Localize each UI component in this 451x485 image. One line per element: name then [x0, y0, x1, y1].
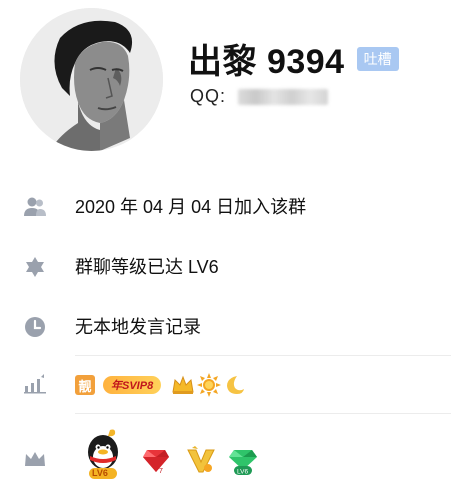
honor-badges-row[interactable]: LV6 7 LV6 — [0, 428, 451, 480]
join-date-row: 2020 年 04 月 04 日加入该群 — [0, 192, 451, 222]
name-row: 出黎 9394 吐槽 — [188, 34, 399, 83]
group-level-text: 群聊等级已达 LV6 — [75, 257, 219, 277]
green-diamond-icon[interactable]: LV6 — [228, 448, 258, 476]
qq-row: QQ: — [190, 86, 329, 107]
svg-text:7: 7 — [159, 468, 163, 474]
group-level-row: 群聊等级已达 LV6 — [0, 252, 451, 282]
crown-icon[interactable] — [171, 374, 195, 396]
profile-header: 出黎 9394 吐槽 QQ: — [0, 0, 451, 160]
divider — [75, 413, 451, 414]
svip-badge[interactable]: 年SVIP8 — [103, 376, 162, 394]
avatar[interactable] — [20, 8, 163, 151]
svg-text:LV6: LV6 — [237, 469, 248, 476]
moon-icon[interactable] — [223, 374, 245, 396]
divider — [75, 355, 451, 356]
title-tag[interactable]: 吐槽 — [356, 46, 399, 71]
join-date-text: 2020 年 04 月 04 日加入该群 — [75, 197, 307, 217]
honor-crown-icon — [22, 446, 48, 472]
qq-penguin-level-icon[interactable]: LV6 — [82, 428, 124, 480]
level-badges-row[interactable]: 靓 年SVIP8 — [0, 368, 451, 398]
group-icon — [22, 194, 48, 220]
qq-label: QQ: — [190, 86, 227, 106]
member-name: 出黎 9394 — [188, 43, 345, 81]
local-record-row: 无本地发言记录 — [0, 312, 451, 342]
red-diamond-icon[interactable]: 7 — [142, 448, 170, 474]
gold-v-icon[interactable] — [186, 446, 216, 474]
clock-icon — [22, 314, 48, 340]
local-record-text: 无本地发言记录 — [75, 317, 201, 337]
badge-list: 靓 年SVIP8 — [75, 373, 245, 397]
qq-number-blurred — [238, 88, 329, 105]
liang-badge[interactable]: 靓 — [75, 375, 95, 395]
sun-icon[interactable] — [197, 373, 222, 397]
star-of-david-icon — [22, 254, 48, 280]
rank-icon — [22, 370, 48, 396]
qq-level-label: LV6 — [92, 468, 108, 478]
